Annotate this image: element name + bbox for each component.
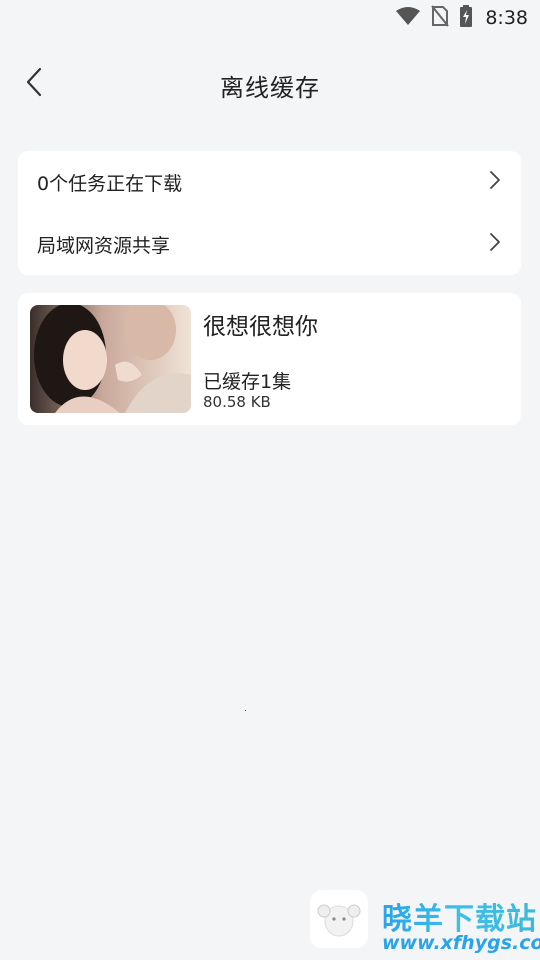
status-bar: 8:38	[0, 0, 540, 36]
divider-dot	[245, 710, 246, 711]
battery-charging-icon	[459, 5, 473, 31]
status-time: 8:38	[485, 7, 528, 29]
video-thumbnail	[30, 305, 191, 413]
lan-share-item[interactable]: 局域网资源共享	[18, 213, 521, 275]
video-title: 很想很想你	[203, 314, 318, 340]
downloading-tasks-item[interactable]: 0个任务正在下载	[18, 151, 521, 213]
menu-item-label: 0个任务正在下载	[37, 172, 183, 195]
menu-card: 0个任务正在下载 局域网资源共享	[18, 151, 521, 275]
chevron-left-icon	[24, 67, 44, 101]
offline-cache-screen: 8:38 离线缓存 0个任务正在下载 局域网资源共享 很想很想你 已缓存1集 8…	[0, 0, 540, 960]
cache-size: 80.58 KB	[203, 393, 271, 411]
sheep-logo-icon	[310, 890, 368, 948]
cache-status: 已缓存1集	[203, 371, 292, 393]
watermark-url: www.xfhygs.com	[382, 932, 540, 954]
header: 离线缓存	[0, 56, 540, 114]
chevron-right-icon	[489, 232, 501, 256]
back-button[interactable]	[14, 64, 54, 104]
menu-item-label: 局域网资源共享	[37, 234, 171, 257]
chevron-right-icon	[489, 170, 501, 194]
cached-video-item[interactable]: 很想很想你 已缓存1集 80.58 KB	[18, 293, 521, 425]
no-sim-icon	[431, 5, 450, 31]
watermark: 晓羊下载站 www.xfhygs.com	[310, 890, 540, 960]
wifi-icon	[395, 6, 421, 30]
page-title: 离线缓存	[220, 73, 320, 102]
